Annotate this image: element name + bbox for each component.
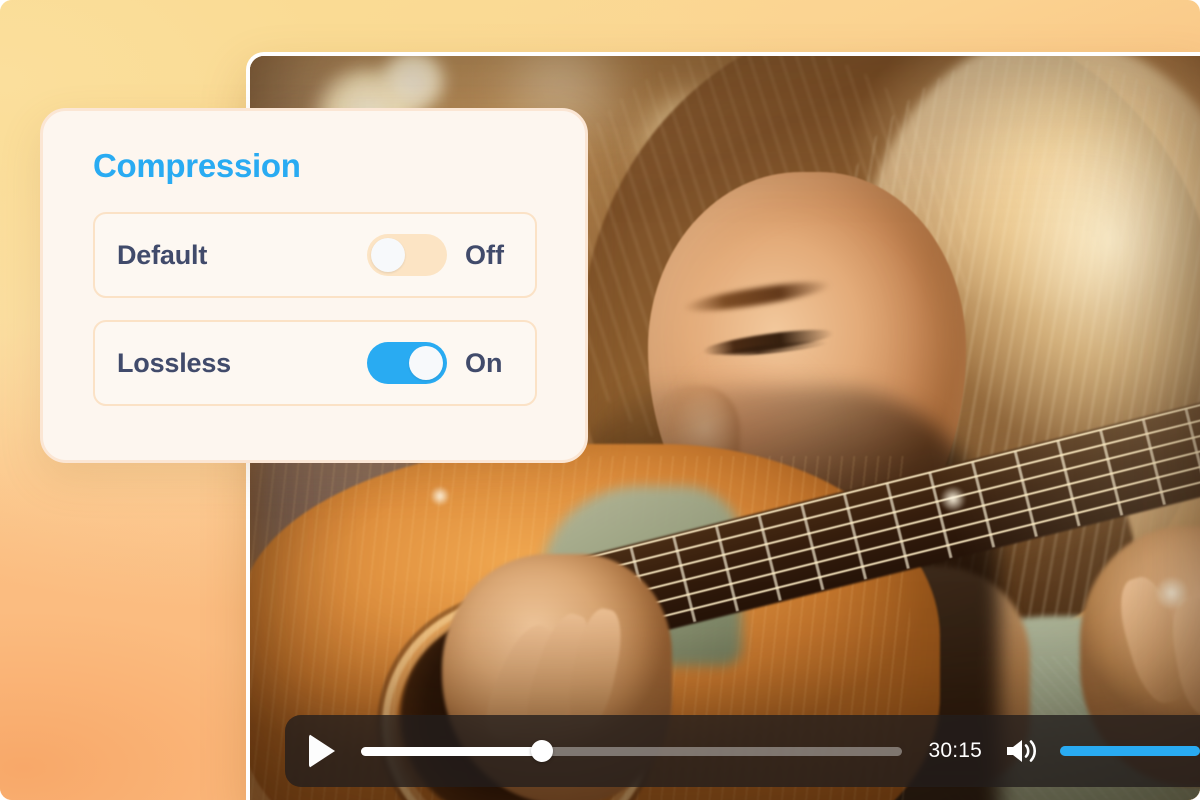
card-title: Compression (93, 147, 301, 184)
compression-settings-card: Compression Default Off Lossless On (40, 108, 588, 463)
play-triangle-icon (309, 734, 335, 768)
setting-label-lossless: Lossless (117, 347, 231, 378)
volume-slider[interactable] (1060, 746, 1200, 756)
screen-root: 30:15 Compression Default Off Lossless O… (0, 0, 1200, 800)
time-label: 30:15 (928, 739, 982, 762)
progress-fill (361, 746, 543, 756)
volume-fill (1060, 746, 1200, 756)
volume-button[interactable] (1004, 736, 1040, 766)
progress-slider[interactable] (361, 740, 903, 762)
setting-label-default: Default (117, 239, 208, 270)
setting-row-default[interactable]: Default Off (93, 212, 537, 298)
toggle-knob (409, 346, 443, 380)
speaker-wave-icon (1007, 740, 1036, 762)
play-button[interactable] (305, 734, 339, 768)
setting-row-lossless[interactable]: Lossless On (93, 320, 537, 406)
setting-state-default: Off (465, 239, 504, 270)
progress-handle[interactable] (531, 740, 554, 762)
toggle-off-icon[interactable] (367, 234, 447, 276)
toggle-knob (371, 238, 405, 272)
setting-state-lossless: On (465, 347, 503, 378)
video-controls-bar: 30:15 (285, 715, 1200, 787)
toggle-on-icon[interactable] (367, 342, 447, 384)
